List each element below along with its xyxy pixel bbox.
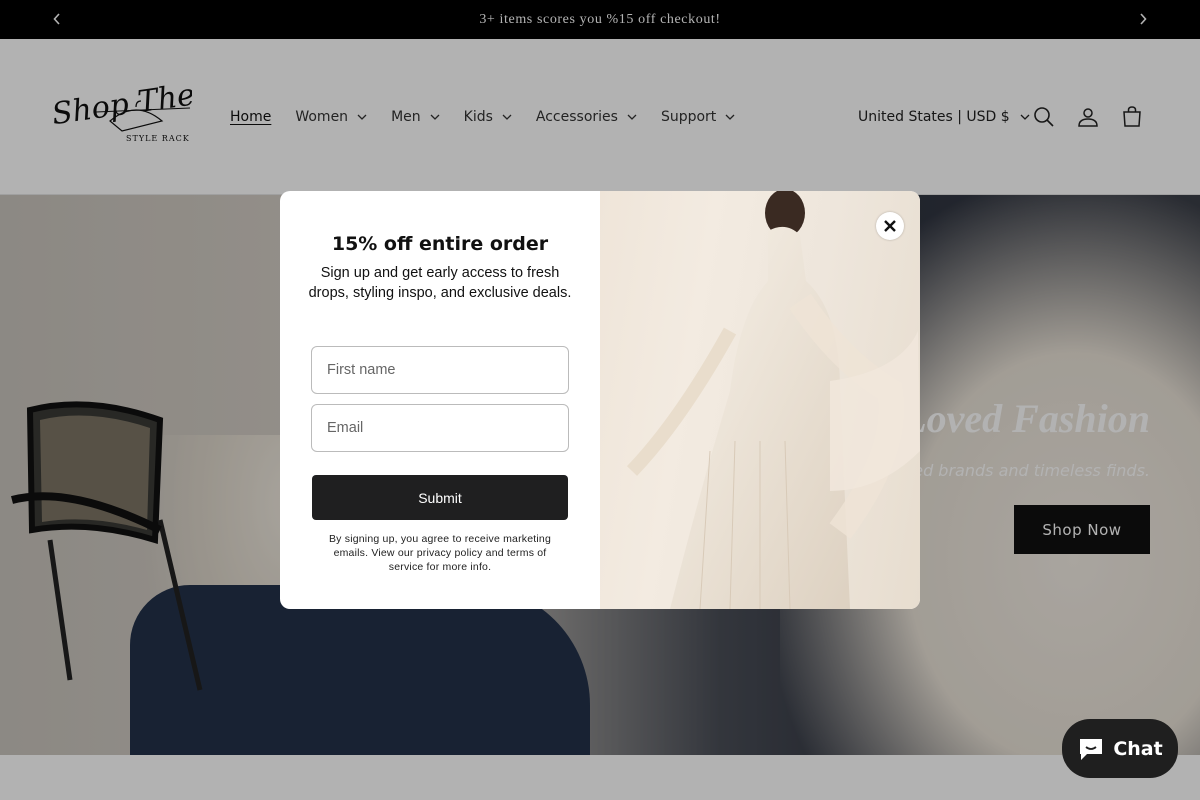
popup-description: Sign up and get early access to fresh dr…: [308, 265, 572, 301]
signup-popup: 15% off entire order Sign up and get ear…: [280, 191, 920, 609]
chat-bubble-icon: [1080, 738, 1103, 760]
close-icon: [884, 220, 896, 232]
chat-label: Chat: [1113, 737, 1163, 760]
signup-form: 15% off entire order Sign up and get ear…: [280, 191, 600, 609]
first-name-field[interactable]: [311, 346, 569, 394]
close-button[interactable]: [876, 212, 904, 240]
popup-image: [600, 191, 920, 609]
legal-text: By signing up, you agree to receive mark…: [328, 533, 552, 573]
chat-widget-button[interactable]: Chat: [1062, 719, 1178, 778]
email-field[interactable]: [311, 404, 569, 452]
model-illustration: [626, 191, 920, 609]
submit-button[interactable]: Submit: [312, 475, 568, 520]
popup-title: 15% off entire order: [331, 233, 549, 255]
